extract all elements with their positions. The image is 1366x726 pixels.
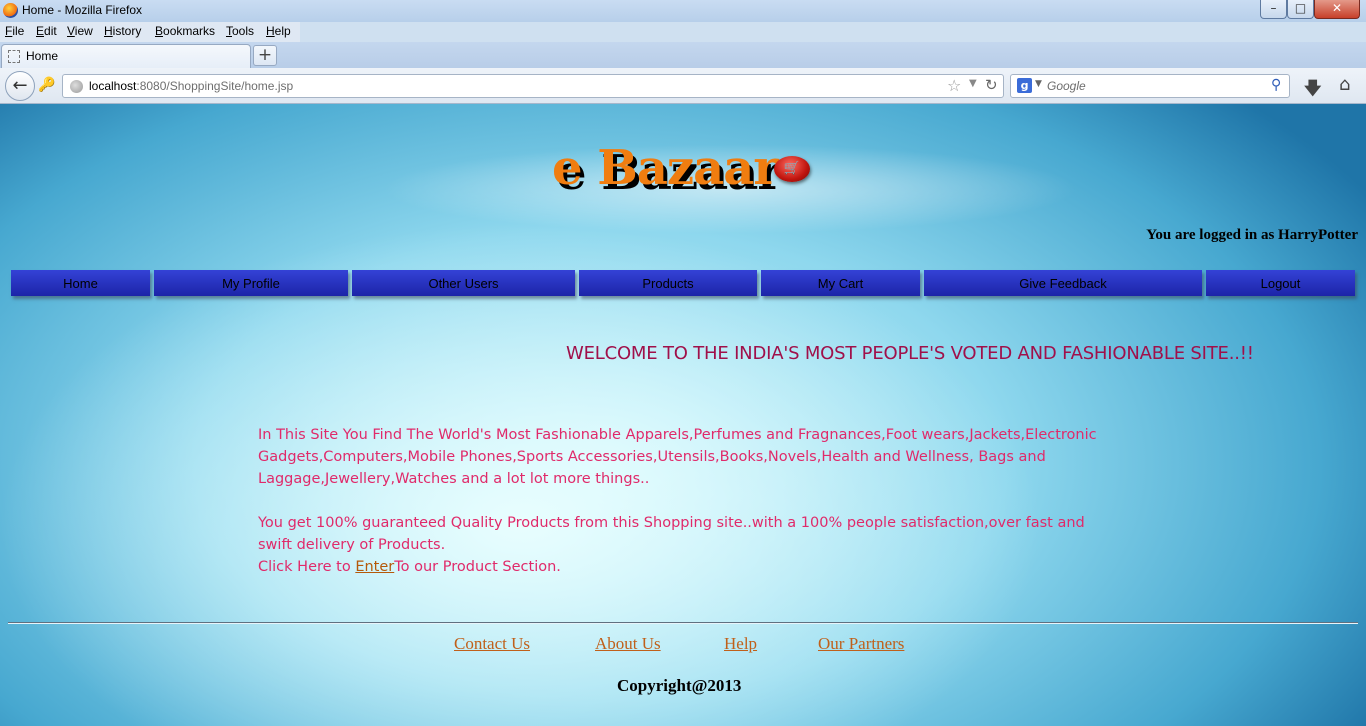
menu-tools[interactable]: Tools [226, 24, 254, 38]
window-titlebar: Home - Mozilla Firefox – □ ✕ [0, 0, 1366, 22]
menu-bookmarks-mnemonic: B [155, 24, 164, 38]
nav-home[interactable]: Home [11, 270, 150, 296]
home-icon[interactable]: ⌂ [1339, 74, 1350, 95]
click-prefix: Click Here to [258, 559, 356, 575]
site-identity-icon[interactable]: 🔑 [38, 77, 55, 93]
enter-link[interactable]: Enter [355, 559, 394, 575]
maximize-button[interactable]: □ [1287, 0, 1314, 19]
reload-icon[interactable]: ↻ [985, 76, 998, 94]
menu-history-label: istory [112, 24, 142, 38]
menu-help-mnemonic: H [266, 24, 275, 38]
back-arrow-icon[interactable]: ← [5, 71, 35, 101]
nav-products[interactable]: Products [579, 270, 757, 296]
delivery-paragraph: You get 100% guaranteed Quality Products… [258, 512, 1118, 578]
click-suffix: To our Product Section. [394, 559, 561, 575]
window-title: Home - Mozilla Firefox [22, 3, 143, 17]
new-tab-button[interactable]: + [253, 45, 277, 66]
menu-view-mnemonic: V [67, 24, 75, 38]
delivery-text: You get 100% guaranteed Quality Products… [258, 515, 1085, 553]
url-text[interactable]: localhost:8080/ShoppingSite/home.jsp [89, 79, 293, 93]
magnifier-icon[interactable]: ⚲ [1271, 77, 1281, 93]
menu-help-label: elp [274, 24, 291, 38]
nav-other-users[interactable]: Other Users [352, 270, 575, 296]
shopping-cart-icon: 🛒 [774, 156, 810, 182]
login-status: You are logged in as HarryPotter [1146, 227, 1358, 243]
nav-my-cart[interactable]: My Cart [761, 270, 920, 296]
menu-history[interactable]: History [104, 24, 141, 38]
search-engine-dropdown-icon[interactable]: ▼ [1035, 79, 1042, 89]
close-button[interactable]: ✕ [1314, 0, 1360, 19]
menu-edit-label: dit [44, 24, 57, 38]
description-paragraph: In This Site You Find The World's Most F… [258, 427, 1097, 487]
welcome-heading: WELCOME TO THE INDIA'S MOST PEOPLE'S VOT… [566, 343, 1254, 364]
menu-help[interactable]: Help [266, 24, 291, 38]
url-path: :8080/ShoppingSite/home.jsp [136, 79, 294, 93]
download-arrow-icon[interactable]: 🡇 [1304, 76, 1321, 105]
address-bar[interactable]: localhost:8080/ShoppingSite/home.jsp ☆ ▼… [62, 74, 1004, 98]
help-link[interactable]: Help [724, 634, 757, 654]
menu-bookmarks-label: ookmarks [163, 24, 216, 38]
nav-my-profile[interactable]: My Profile [154, 270, 348, 296]
menu-bar: File Edit View History Bookmarks Tools H… [0, 22, 300, 42]
menu-edit[interactable]: Edit [36, 24, 57, 38]
menu-bookmarks[interactable]: Bookmarks [155, 24, 215, 38]
nav-logout[interactable]: Logout [1206, 270, 1355, 296]
site-nav: Home My Profile Other Users Products My … [0, 270, 1366, 296]
menu-tools-label: ools [232, 24, 255, 38]
url-host: localhost [89, 79, 137, 93]
page-favicon-icon [8, 50, 20, 63]
bookmark-star-icon[interactable]: ☆ [947, 76, 961, 95]
contact-us-link[interactable]: Contact Us [454, 634, 530, 654]
menu-history-mnemonic: H [104, 24, 113, 38]
history-dropdown-icon[interactable]: ▼ [969, 78, 977, 89]
search-input[interactable]: Google [1047, 79, 1086, 93]
minimize-button[interactable]: – [1260, 0, 1287, 19]
menu-file[interactable]: File [5, 24, 24, 38]
tab-home-label: Home [26, 49, 59, 63]
menu-edit-mnemonic: E [36, 24, 45, 38]
search-bar[interactable]: g ▼ Google ⚲ [1010, 74, 1290, 98]
tab-home[interactable]: Home [1, 44, 251, 68]
menu-file-label: ile [12, 24, 25, 38]
footer-divider [8, 622, 1358, 624]
navigation-toolbar: ← 🔑 localhost:8080/ShoppingSite/home.jsp… [0, 68, 1366, 104]
our-partners-link[interactable]: Our Partners [818, 634, 904, 654]
copyright-text: Copyright@2013 [617, 676, 742, 695]
tab-strip: Home + [0, 42, 1366, 68]
search-engine-icon[interactable]: g [1017, 78, 1032, 93]
menu-view-label: iew [74, 24, 93, 38]
menu-view[interactable]: View [67, 24, 93, 38]
nav-give-feedback[interactable]: Give Feedback [924, 270, 1202, 296]
web-page: e Bazaar 🛒 You are logged in as HarryPot… [0, 104, 1366, 726]
about-us-link[interactable]: About Us [595, 634, 661, 654]
site-logo: e Bazaar [552, 140, 779, 196]
globe-icon [70, 80, 83, 93]
firefox-logo-icon [3, 3, 18, 18]
